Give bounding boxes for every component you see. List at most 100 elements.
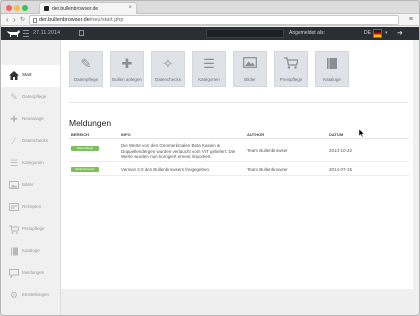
sidebar-item-label: Start xyxy=(22,72,32,77)
author-cell: Team Bullenbrowser xyxy=(247,167,288,172)
header-search-input[interactable] xyxy=(206,29,284,38)
tile-label: Datenpflege xyxy=(73,77,99,82)
forward-arrow-icon[interactable]: › xyxy=(13,15,16,25)
table-row: Bullenbrowser Version 2.0 des Bullenbrow… xyxy=(69,163,409,176)
sidebar-item-datenchecks[interactable]: ⁄ Datenchecks xyxy=(1,131,60,153)
sidebar: Start ✎ Datenpflege ✚ Neuanlage ⁄ Datenc… xyxy=(1,40,61,315)
column-header-info: INFO xyxy=(121,132,131,137)
sidebar-item-preispflege[interactable]: Preispflege xyxy=(1,219,60,241)
image-icon xyxy=(234,57,266,71)
address-bar[interactable]: der.bullenbrowser.de/neu/start.php xyxy=(29,15,399,25)
cart-icon xyxy=(275,57,307,72)
tile-kategorien[interactable]: ☰ Kategorien xyxy=(192,51,226,87)
browser-menu-icon[interactable]: ≡ xyxy=(409,16,413,23)
tile-label: Bilder xyxy=(244,77,256,82)
tile-label: Preispflege xyxy=(279,77,303,82)
mouse-cursor-icon xyxy=(359,129,365,137)
sidebar-item-label: Kataloge xyxy=(22,248,40,253)
tile-bullen-anlegen[interactable]: ✚ Bullen anlegen xyxy=(110,51,144,87)
reload-icon[interactable]: ↻ xyxy=(20,15,25,25)
sidebar-item-label: Bilder xyxy=(22,182,34,187)
sidebar-item-meldungen[interactable]: Meldungen xyxy=(1,263,60,285)
meldungen-title: Meldungen xyxy=(69,118,112,128)
sidebar-item-label: Einstellungen xyxy=(22,292,50,297)
tile-datenchecks[interactable]: ✧ Datenchecks xyxy=(151,51,185,87)
info-cell: Die Werte von den Genmerkmalen Beta Kase… xyxy=(121,143,236,159)
magic-wand-icon: ✧ xyxy=(162,56,174,71)
list-icon: ☰ xyxy=(203,56,215,71)
sidebar-item-einstellungen[interactable]: ⚙ Einstellungen xyxy=(1,285,60,307)
maximize-window-button[interactable] xyxy=(22,5,28,11)
tile-bilder[interactable]: Bilder xyxy=(233,51,267,87)
messages-icon xyxy=(8,268,20,278)
tile-preispflege[interactable]: Preispflege xyxy=(274,51,308,87)
edit-icon: ✎ xyxy=(80,56,92,71)
header-date: 27.11.2014 xyxy=(33,30,61,36)
menu-toggle-icon[interactable] xyxy=(23,30,29,37)
date-cell: 2014-10-22 xyxy=(329,148,353,153)
close-window-button[interactable] xyxy=(6,5,12,11)
column-header-bereich: BEREICH xyxy=(71,132,90,137)
list-icon: ☰ xyxy=(9,157,19,168)
tile-label: Bullen anlegen xyxy=(112,77,142,82)
sidebar-item-bilder[interactable]: Bilder xyxy=(1,175,60,197)
browser-tabbar: der.bullenbrowser.de × xyxy=(1,1,419,14)
recipe-icon xyxy=(8,202,20,212)
tab-title: der.bullenbrowser.de xyxy=(52,6,99,12)
column-header-datum: DATUM xyxy=(329,132,344,137)
calendar-icon[interactable] xyxy=(79,30,84,36)
home-icon xyxy=(8,70,20,80)
browser-tab[interactable]: der.bullenbrowser.de × xyxy=(39,2,137,14)
book-icon xyxy=(8,246,20,256)
german-flag-icon[interactable] xyxy=(373,29,382,38)
close-tab-icon[interactable]: × xyxy=(128,5,132,11)
magic-wand-icon: ⁄ xyxy=(13,136,15,146)
tile-label: Kataloge xyxy=(323,77,341,82)
app-header: 27.11.2014 Angemeldet als: DE ▾ ➜ xyxy=(1,27,419,40)
date-cell: 2014-07-15 xyxy=(329,167,353,172)
logout-icon[interactable]: ➜ xyxy=(397,29,403,37)
url-host: der.bullenbrowser.de xyxy=(39,17,90,23)
table-header: BEREICH INFO AUTHOR DATUM xyxy=(69,132,409,139)
url-path: /neu/start.php xyxy=(89,17,124,23)
language-label: DE xyxy=(364,30,371,36)
sidebar-item-neuanlage[interactable]: ✚ Neuanlage xyxy=(1,109,60,131)
plus-icon: ✚ xyxy=(10,113,18,124)
image-icon xyxy=(8,180,20,190)
tile-label: Kategorien xyxy=(198,77,220,82)
sidebar-item-label: Preispflege xyxy=(22,226,45,231)
edit-icon: ✎ xyxy=(10,91,18,102)
tile-kataloge[interactable]: Kataloge xyxy=(315,51,349,87)
sidebar-item-kategorien[interactable]: ☰ Kategorien xyxy=(1,153,60,175)
plus-icon: ✚ xyxy=(121,56,133,71)
divider xyxy=(69,102,407,103)
favicon-icon xyxy=(44,6,49,11)
main-content: ✎ Datenpflege ✚ Bullen anlegen ✧ Datench… xyxy=(61,40,413,289)
cart-icon xyxy=(8,224,20,234)
sidebar-item-label: Datenpflege xyxy=(22,94,47,99)
browser-navbar: ‹ › ↻ der.bullenbrowser.de/neu/start.php… xyxy=(1,14,419,26)
column-header-author: AUTHOR xyxy=(247,132,265,137)
logged-in-label: Angemeldet als: xyxy=(289,30,325,36)
sidebar-item-label: Kategorien xyxy=(22,160,44,165)
status-badge: Datenpflege xyxy=(71,146,99,151)
browser-window: der.bullenbrowser.de × ‹ › ↻ der.bullenb… xyxy=(0,0,420,316)
minimize-window-button[interactable] xyxy=(14,5,20,11)
back-arrow-icon[interactable]: ‹ xyxy=(6,15,9,25)
book-icon xyxy=(316,57,348,73)
tile-datenpflege[interactable]: ✎ Datenpflege xyxy=(69,51,103,87)
bull-logo-icon xyxy=(7,30,20,37)
sidebar-item-rezepten[interactable]: Rezepten xyxy=(1,197,60,219)
sidebar-item-datenpflege[interactable]: ✎ Datenpflege xyxy=(1,87,60,109)
sidebar-item-kataloge[interactable]: Kataloge xyxy=(1,241,60,263)
quick-access-tiles: ✎ Datenpflege ✚ Bullen anlegen ✧ Datench… xyxy=(61,40,413,103)
tile-label: Datenchecks xyxy=(154,77,181,82)
table-row: Datenpflege Die Werte von den Genmerkmal… xyxy=(69,140,409,162)
info-cell: Version 2.0 des Bullenbrowsers freigegeb… xyxy=(121,167,211,172)
sidebar-item-start[interactable]: Start xyxy=(1,65,60,87)
status-badge: Bullenbrowser xyxy=(71,167,99,172)
chevron-down-icon[interactable]: ▾ xyxy=(385,30,388,36)
sidebar-item-label: Neuanlage xyxy=(22,116,44,121)
sidebar-item-label: Meldungen xyxy=(22,270,45,275)
sidebar-item-label: Datenchecks xyxy=(22,138,49,143)
